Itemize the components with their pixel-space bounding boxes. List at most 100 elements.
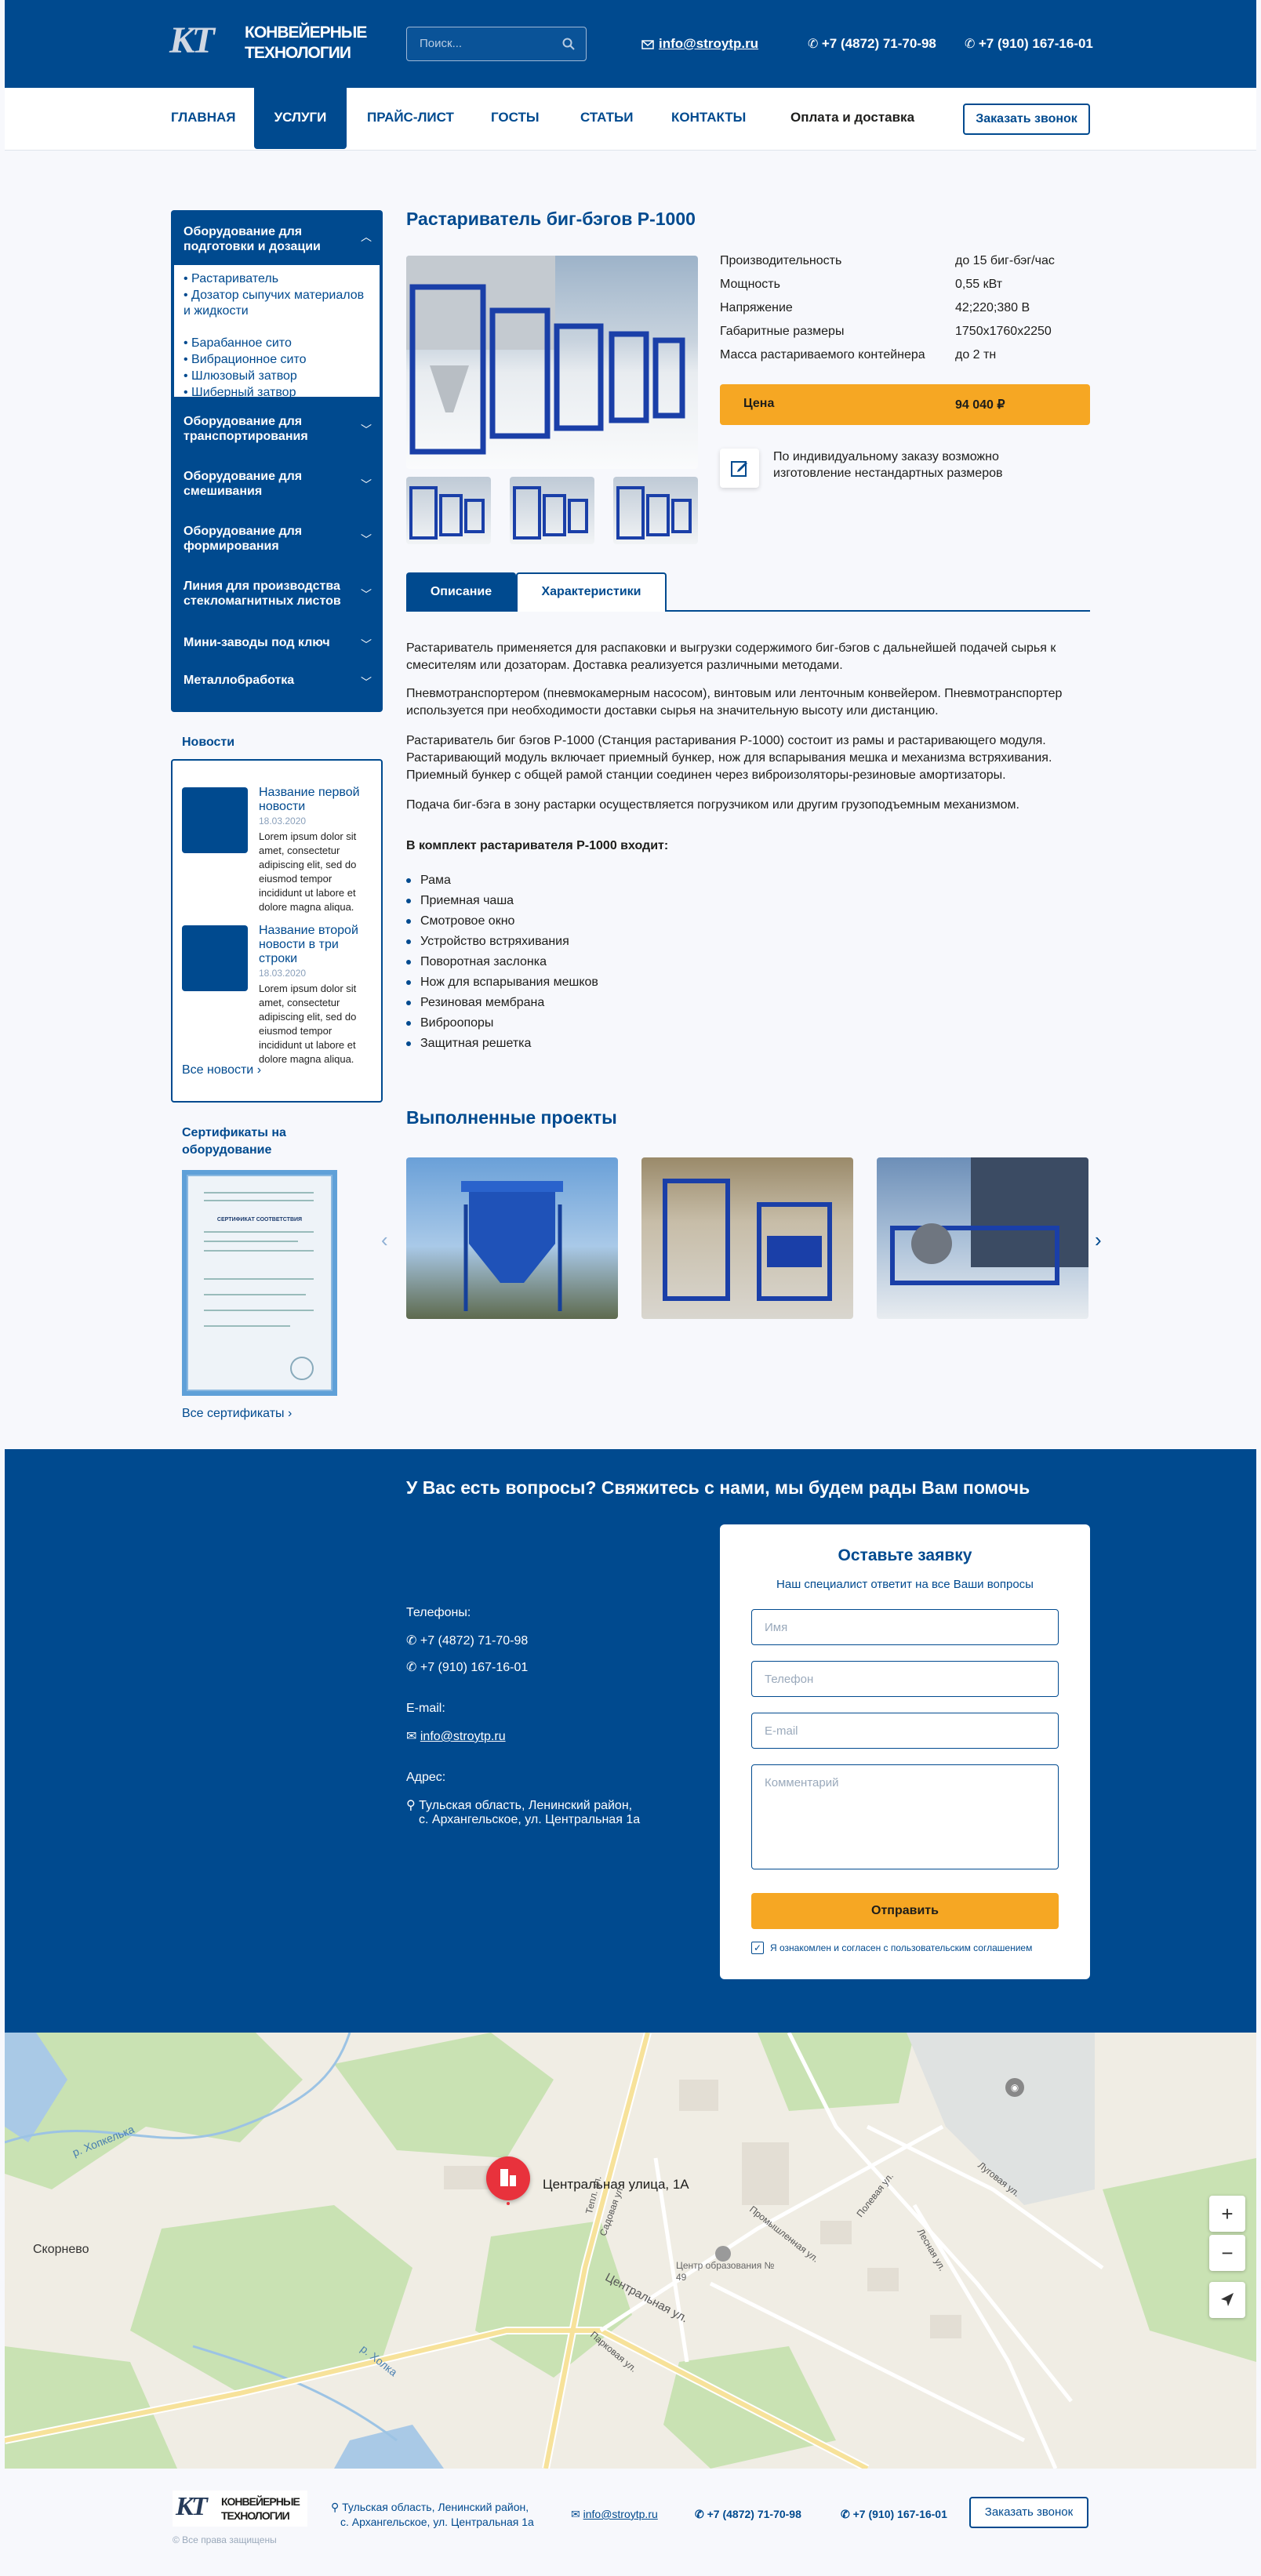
map-pin-icon[interactable]	[486, 2156, 530, 2200]
spec-value: до 2 тн	[955, 348, 997, 362]
email-field[interactable]: E-mail	[751, 1713, 1059, 1749]
name-field[interactable]: Имя	[751, 1609, 1059, 1645]
footer-callback-button[interactable]: Заказать звонок	[969, 2497, 1088, 2528]
envelope-icon: ✉	[406, 1730, 420, 1743]
description-paragraph: Растариватель применяется для распаковки…	[406, 641, 1056, 672]
chevron-down-icon[interactable]: ﹀	[361, 422, 372, 438]
kit-item: Виброопоры	[406, 1016, 493, 1030]
map-poi-label: Центр образования № 49	[676, 2260, 775, 2283]
nav-services[interactable]: УСЛУГИ	[254, 88, 347, 149]
contact-phone1[interactable]: ✆ +7 (4872) 71-70-98	[406, 1633, 528, 1648]
map-village-label: Скорнево	[33, 2243, 89, 2256]
kit-item: Рама	[406, 874, 451, 888]
tab-characteristics[interactable]: Характеристики	[516, 572, 667, 612]
chevron-down-icon[interactable]: ﹀	[361, 674, 372, 690]
news-thumb[interactable]	[182, 925, 248, 991]
sidebar-sub-item[interactable]: • Дозатор сыпучих материалов и жидкости	[184, 288, 369, 319]
product-main-image[interactable]	[406, 256, 698, 469]
agree-label[interactable]: Я ознакомлен и согласен с пользовательск…	[770, 1942, 1032, 1953]
sidebar-cat[interactable]: Оборудование для транспортирования	[184, 414, 356, 444]
footer-phone2[interactable]: ✆ +7 (910) 167-16-01	[841, 2508, 947, 2521]
page: КТ КОНВЕЙЕРНЫЕ ТЕХНОЛОГИИ Поиск... info@…	[0, 0, 1261, 2576]
project-image[interactable]	[406, 1157, 618, 1319]
header-email[interactable]: info@stroytp.ru	[641, 36, 758, 52]
chevron-down-icon[interactable]: ﹀	[361, 637, 372, 652]
map-pin-icon: ⚲	[406, 1799, 420, 1812]
all-certs-link[interactable]: Все сертификаты ›	[182, 1407, 292, 1421]
nav-gosts[interactable]: ГОСТЫ	[491, 110, 540, 125]
header-phone1[interactable]: ✆ +7 (4872) 71-70-98	[808, 36, 936, 52]
search-input[interactable]: Поиск...	[406, 27, 587, 61]
news-thumb[interactable]	[182, 787, 248, 853]
projects-title: Выполненные проекты	[406, 1107, 617, 1128]
sidebar-cat[interactable]: Линия для производства стекломагнитных л…	[184, 579, 356, 609]
sidebar-cat[interactable]: Мини-заводы под ключ	[184, 635, 356, 650]
tab-description[interactable]: Описание	[406, 572, 516, 612]
sidebar-sub-item[interactable]: • Шиберный затвор	[184, 385, 296, 401]
certificate-image[interactable]: СЕРТИФИКАТ СООТВЕТСТВИЯ	[182, 1170, 337, 1396]
sidebar-cat[interactable]: Оборудование для формирования	[184, 524, 356, 554]
kit-item: Поворотная заслонка	[406, 955, 547, 969]
spec-key: Мощность	[720, 278, 780, 291]
header-phone2[interactable]: ✆ +7 (910) 167-16-01	[965, 36, 1093, 52]
agree-checkbox[interactable]: ✓	[751, 1942, 764, 1954]
contact-email[interactable]: ✉ info@stroytp.ru	[406, 1728, 506, 1744]
chevron-right-icon[interactable]: ›	[1095, 1228, 1102, 1252]
chevron-up-icon[interactable]: ︿	[361, 229, 372, 245]
chevron-left-icon[interactable]: ‹	[381, 1228, 388, 1252]
footer-logo[interactable]: КТ КОНВЕЙЕРНЫЕ ТЕХНОЛОГИИ	[173, 2491, 307, 2527]
contact-phone2[interactable]: ✆ +7 (910) 167-16-01	[406, 1659, 528, 1675]
sidebar-cat[interactable]: Оборудование для смешивания	[184, 469, 356, 499]
project-image[interactable]	[877, 1157, 1088, 1319]
chevron-down-icon[interactable]: ﹀	[361, 587, 372, 602]
nav-articles[interactable]: СТАТЬИ	[580, 110, 633, 125]
sidebar-sub-item[interactable]: • Шлюзовый затвор	[184, 369, 297, 384]
news-item-title[interactable]: Название первой новости	[259, 786, 369, 814]
address-label: Адрес:	[406, 1771, 446, 1784]
chevron-down-icon[interactable]: ﹀	[361, 532, 372, 547]
map-pin-dot	[507, 2202, 510, 2205]
product-thumb[interactable]	[406, 477, 491, 544]
geolocate-button[interactable]	[1209, 2282, 1245, 2318]
project-image[interactable]	[641, 1157, 853, 1319]
sidebar-sub-item[interactable]: • Барабанное сито	[184, 336, 292, 351]
comment-field[interactable]: Комментарий	[751, 1764, 1059, 1869]
chevron-down-icon[interactable]: ﹀	[361, 477, 372, 492]
map[interactable]: Центральная улица, 1А Скорнево р. Хопкел…	[5, 2033, 1256, 2469]
sidebar-sub-item[interactable]: • Вибрационное сито	[184, 352, 307, 368]
submit-button[interactable]: Отправить	[751, 1893, 1059, 1929]
form-title: Оставьте заявку	[838, 1546, 972, 1564]
request-form: Оставьте заявку Наш специалист ответит н…	[720, 1524, 1090, 1979]
price-value: 94 040 ₽	[955, 398, 1005, 412]
all-news-link[interactable]: Все новости ›	[182, 1063, 261, 1077]
nav-contacts[interactable]: КОНТАКТЫ	[671, 110, 746, 125]
nav-services-label: УСЛУГИ	[274, 110, 327, 125]
nav-delivery[interactable]: Оплата и доставка	[790, 110, 914, 125]
product-thumb[interactable]	[613, 477, 698, 544]
footer-email[interactable]: ✉ info@stroytp.ru	[571, 2508, 658, 2521]
spec-value: 1750х1760х2250	[955, 325, 1052, 338]
kit-item: Смотровое окно	[406, 914, 514, 928]
product-thumb[interactable]	[510, 477, 594, 544]
search-icon[interactable]	[562, 38, 575, 50]
zoom-in-button[interactable]: +	[1209, 2196, 1245, 2232]
logo[interactable]: КТ КОНВЕЙЕРНЫЕ ТЕХНОЛОГИИ	[169, 17, 367, 69]
chevron-right-icon: ›	[256, 1063, 262, 1077]
custom-order-note: По индивидуальному заказу возможно изгот…	[773, 450, 1003, 480]
main-nav: ГЛАВНАЯ УСЛУГИ ПРАЙС-ЛИСТ ГОСТЫ СТАТЬИ К…	[5, 88, 1256, 151]
navigation-arrow-icon	[1221, 2293, 1234, 2306]
sidebar-submenu: • Растариватель • Дозатор сыпучих матери…	[174, 265, 380, 399]
nav-home[interactable]: ГЛАВНАЯ	[171, 110, 235, 125]
phone-field[interactable]: Телефон	[751, 1661, 1059, 1697]
sidebar-cat[interactable]: Металлобработка	[184, 673, 356, 688]
news-item-title[interactable]: Название второй новости в три строки	[259, 924, 369, 966]
spec-value: 0,55 кВт	[955, 278, 1003, 291]
sidebar-cat-prep[interactable]: Оборудование для подготовки и дозации	[184, 224, 356, 254]
callback-button[interactable]: Заказать звонок	[963, 104, 1090, 135]
map-pin-icon: ⚲	[331, 2501, 343, 2513]
footer-phone1[interactable]: ✆ +7 (4872) 71-70-98	[695, 2508, 801, 2521]
sidebar-sub-item[interactable]: • Растариватель	[184, 271, 278, 287]
nav-pricelist[interactable]: ПРАЙС-ЛИСТ	[367, 110, 454, 125]
kit-title: В комплект растаривателя Р-1000 входит:	[406, 839, 669, 852]
zoom-out-button[interactable]: −	[1209, 2235, 1245, 2271]
